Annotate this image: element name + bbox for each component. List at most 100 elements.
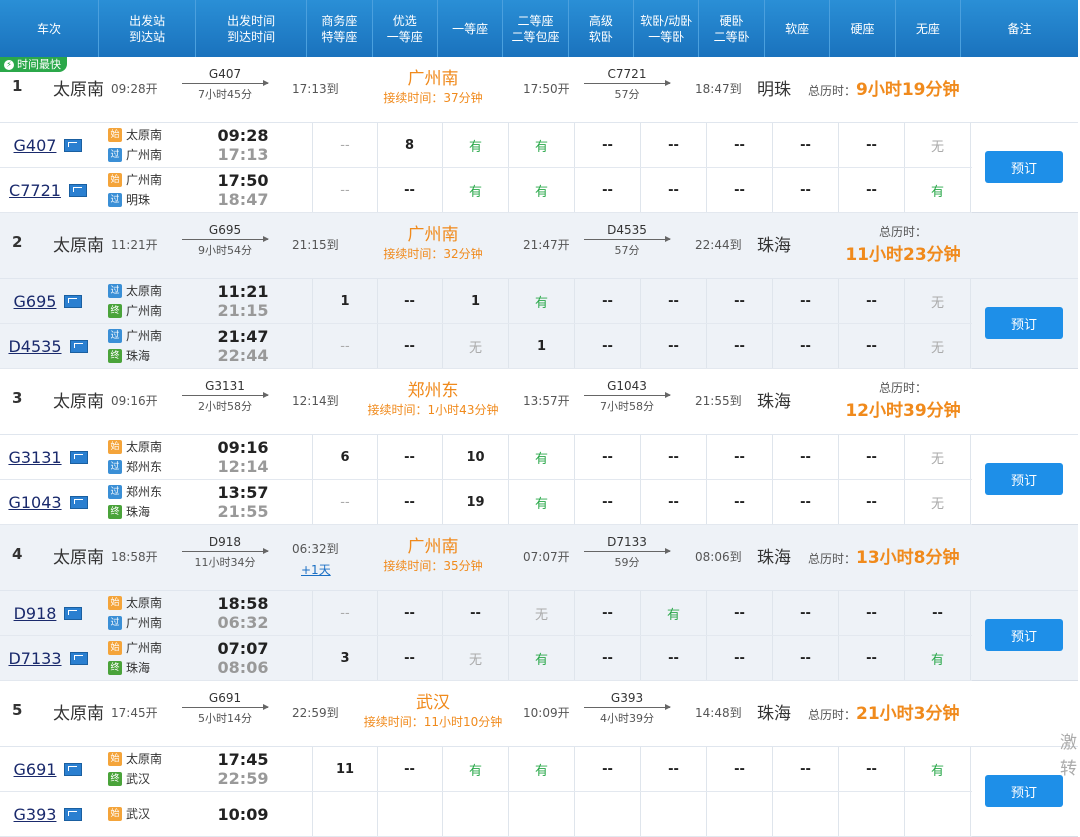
train-number-link[interactable]: C7721 [9, 181, 61, 200]
header-col-text: 硬卧 [719, 13, 744, 28]
station-badge-icon: 始 [108, 596, 122, 610]
train-number-cell: D4535 [0, 324, 96, 368]
origin-station: 太原南 [53, 80, 104, 100]
ticket-icon[interactable] [69, 339, 88, 353]
route-summary-row[interactable]: 2 太原南 11:21开 G695 9小时54分 21:15到 广州南 接续时间：32分钟 21… [0, 213, 1078, 279]
seat-value: 11 [335, 761, 355, 777]
seat-value: -- [866, 182, 877, 198]
train-number-link[interactable]: D918 [14, 604, 57, 623]
seat-cell: -- [707, 636, 773, 680]
transfer-time: 接续时间：35分钟 [383, 559, 483, 573]
train-number-link[interactable]: G407 [14, 136, 57, 155]
seat-value: -- [340, 605, 350, 621]
transfer-block: 广州南 接续时间：32分钟 [358, 220, 508, 262]
transfer-time: 接续时间：32分钟 [383, 247, 483, 261]
book-button[interactable]: 预订 [985, 307, 1063, 339]
seat-cell: -- [641, 123, 707, 167]
seat-value: 1 [536, 338, 547, 354]
ticket-icon[interactable] [64, 294, 83, 308]
next-day-link[interactable]: +1天 [301, 561, 331, 578]
seat-value: -- [734, 449, 745, 465]
station-badge-icon: 过 [108, 485, 122, 499]
train-number-link[interactable]: G691 [14, 760, 57, 779]
route-summary-row[interactable]: 4 太原南 18:58开 D918 11小时34分 06:32到 +1天 广州南 接续时间：35… [0, 525, 1078, 591]
leg1-segment: G407 7小时45分 [182, 67, 269, 102]
seat-value: 有 [468, 139, 482, 155]
ticket-icon[interactable] [69, 651, 88, 665]
train-number-link[interactable]: D7133 [8, 649, 61, 668]
station-badge-icon: 终 [108, 772, 122, 786]
seat-value: -- [404, 605, 415, 621]
train-detail-block: G695 过太原南终广州南 11:21 21:15 1 -- 1 有 -- -- -- -- -- 无 D4… [0, 279, 1078, 369]
book-button[interactable]: 预订 [985, 619, 1063, 651]
route-summary-row[interactable]: 1 太原南 09:28开 G407 7小时45分 17:13到 广州南 接续时间：37分钟 17… [0, 57, 1078, 123]
seat-cell: -- [312, 480, 378, 524]
station-line: 过广州南 [108, 146, 162, 164]
train-row: G3131 始太原南过郑州东 09:16 12:14 6 -- 10 有 -- -- -- -- -- 无 [0, 435, 972, 480]
train-number-link[interactable]: G393 [14, 805, 57, 824]
ticket-icon[interactable] [64, 606, 83, 620]
total-duration: 总历时：9小时19分钟 [808, 75, 960, 100]
station-line: 始广州南 [108, 639, 162, 657]
train-number-link[interactable]: D4535 [8, 337, 61, 356]
ticket-icon[interactable] [64, 138, 83, 152]
book-button[interactable]: 预订 [985, 151, 1063, 183]
station-col: 始太原南终武汉 [108, 747, 162, 791]
ticket-icon[interactable] [64, 807, 83, 821]
station-col: 始武汉 [108, 792, 150, 836]
seat-cell: -- [312, 123, 378, 167]
leg1-train: G691 [208, 691, 242, 705]
leg1-duration: 11小时34分 [194, 556, 256, 569]
seat-value: -- [800, 293, 811, 309]
seat-cell: -- [773, 591, 839, 635]
book-button[interactable]: 预订 [985, 463, 1063, 495]
book-button[interactable]: 预订 [985, 775, 1063, 807]
station-line: 过太原南 [108, 282, 162, 300]
seat-cell: -- [377, 168, 443, 212]
train-number-link[interactable]: G3131 [8, 448, 61, 467]
total-duration: 总历时：13小时8分钟 [808, 543, 960, 568]
seat-cell: -- [641, 747, 707, 791]
leg2-train: G1043 [607, 379, 647, 393]
seat-value: 有 [534, 451, 548, 467]
seat-cell: -- [575, 324, 641, 368]
route-summary-row[interactable]: 3 太原南 09:16开 G3131 2小时58分 12:14到 郑州东 接续时间：1小时43… [0, 369, 1078, 435]
seat-value: -- [866, 137, 877, 153]
seat-cell: -- [707, 591, 773, 635]
train-detail-block: G691 始太原南终武汉 17:45 22:59 11 -- 有有 -- -- -- -- -- 有 G3… [0, 747, 1078, 837]
depart-time: 18:58 [217, 594, 269, 613]
leg1-segment: G3131 2小时58分 [182, 379, 269, 414]
ticket-icon[interactable] [69, 495, 88, 509]
leg2-arrow [584, 704, 671, 710]
station-line: 始广州南 [108, 171, 162, 189]
train-number-link[interactable]: G1043 [8, 493, 61, 512]
route-index: 5 [12, 701, 23, 719]
seat-cell: 无 [905, 480, 971, 524]
leg2-train: G393 [610, 691, 644, 705]
route-summary-row[interactable]: 5 太原南 17:45开 G691 5小时14分 22:59到 武汉 接续时间：11小时10分… [0, 681, 1078, 747]
ticket-icon[interactable] [64, 762, 83, 776]
seat-cell [312, 792, 378, 836]
leg1-segment: G691 5小时14分 [182, 691, 269, 726]
side-char: 转 [1060, 759, 1077, 779]
depart-time: 17:45开 [111, 706, 158, 720]
seat-value: -- [866, 761, 877, 777]
seat-cell: 无 [905, 279, 971, 323]
header-col-1: 出发站 到达站 [99, 0, 197, 57]
station-name: 广州南 [126, 616, 163, 630]
seat-value: -- [404, 338, 415, 354]
arrive-time: 06:32 [217, 613, 269, 632]
seat-cell: -- [707, 480, 773, 524]
transfer-time: 接续时间：1小时43分钟 [367, 403, 499, 417]
seat-value: -- [602, 137, 613, 153]
transfer-time: 接续时间：37分钟 [383, 91, 483, 105]
header-col-text: 高级 [588, 13, 613, 28]
total-label: 总历时： [808, 552, 857, 566]
depart-time: 21:47 [217, 327, 269, 346]
ticket-icon[interactable] [68, 183, 87, 197]
seat-cell: -- [377, 279, 443, 323]
seat-cell: 有 [509, 123, 575, 167]
arrive-time-2: 18:47到 [695, 82, 742, 96]
ticket-icon[interactable] [69, 450, 88, 464]
train-number-link[interactable]: G695 [14, 292, 57, 311]
